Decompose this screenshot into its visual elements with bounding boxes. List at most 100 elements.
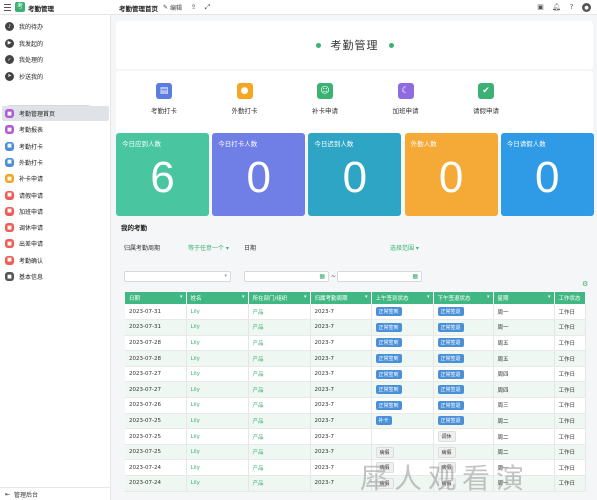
sidebar-item-2[interactable]: ■ 考勤打卡: [2, 139, 109, 154]
chevron-down-icon[interactable]: ▾: [242, 294, 245, 300]
table-cell-date: 2023-07-28: [125, 350, 187, 367]
panel-icon[interactable]: ▣: [536, 2, 545, 12]
sidebar-item-1[interactable]: ▶ 我发起的: [2, 36, 109, 51]
table-row[interactable]: 2023-07-26 Lily 产品 2023-7 正常签到 正常签退 周三 工作日: [125, 397, 586, 414]
sidebar-item-3[interactable]: ➤ 抄送我的: [2, 69, 109, 84]
table-row[interactable]: 2023-07-25 Lily 产品 2023-7 调休 周二 工作日: [125, 428, 586, 445]
table-cell-name[interactable]: Lily: [186, 335, 249, 352]
chevron-down-icon[interactable]: ▾: [180, 294, 183, 300]
table-cell-date: 2023-07-31: [125, 304, 187, 321]
table-cell-name[interactable]: Lily: [186, 366, 249, 383]
table-cell-name[interactable]: Lily: [186, 444, 249, 461]
help-icon[interactable]: ?: [567, 2, 576, 12]
sidebar-item-7[interactable]: ■ 调休申请: [2, 220, 109, 235]
chevron-down-icon[interactable]: ▾: [365, 294, 368, 300]
chevron-down-icon[interactable]: ▾: [427, 294, 430, 300]
table-cell-name[interactable]: Lily: [186, 475, 249, 492]
quick-link-3[interactable]: ☾ 加班申请: [376, 83, 436, 115]
column-header[interactable]: 所在部门/组织 ▾: [248, 292, 311, 304]
quick-link-0[interactable]: ▤ 考勤打卡: [134, 83, 194, 115]
column-header[interactable]: 归属考勤周期 ▾: [310, 292, 372, 304]
table-cell-weekday: 周五: [493, 335, 555, 352]
table-cell-dept[interactable]: 产品: [248, 475, 311, 492]
chevron-down-icon[interactable]: ▾: [487, 294, 490, 300]
table-cell-name[interactable]: Lily: [186, 381, 249, 399]
filter-period-operator[interactable]: 等于任意一个 ▾: [188, 243, 229, 252]
stat-card-4[interactable]: 今日请假人数 0: [500, 133, 594, 216]
sidebar-item-1[interactable]: ■ 考勤报表: [2, 122, 109, 137]
table-cell-name[interactable]: Lily: [186, 319, 249, 336]
sidebar-item-0[interactable]: ♪ 我的待办: [2, 19, 109, 34]
table-cell-dept[interactable]: 产品: [248, 444, 311, 461]
share-icon[interactable]: ⇪: [189, 2, 198, 12]
table-cell-am: 补卡: [371, 413, 434, 430]
table-row[interactable]: 2023-07-25 Lily 产品 2023-7 补卡 正常签退 周二 工作日: [125, 413, 586, 430]
clipboard-icon: ▤: [156, 83, 172, 99]
table-cell-dept[interactable]: 产品: [248, 413, 311, 430]
filter-period-select[interactable]: ▾: [124, 271, 231, 282]
table-cell-name[interactable]: Lily: [186, 428, 249, 445]
quick-link-4[interactable]: ✔ 请假申请: [456, 83, 516, 115]
column-header[interactable]: 下午签退状态 ▾: [433, 292, 494, 304]
status-badge: 正常签退: [437, 385, 464, 395]
chevron-down-icon[interactable]: ▾: [304, 294, 307, 300]
quick-link-2[interactable]: ☺ 补卡申请: [295, 83, 355, 115]
sidebar-item-10[interactable]: ■ 基本信息: [2, 269, 109, 284]
sidebar-item-2[interactable]: ✓ 我处理的: [2, 52, 109, 67]
stat-card-0[interactable]: 今日应到人数 6: [116, 133, 209, 216]
table-row[interactable]: 2023-07-31 Lily 产品 2023-7 正常签到 正常签退 周一 工作日: [125, 319, 586, 336]
stat-card-2[interactable]: 今日迟到人数 0: [308, 133, 402, 216]
menu-icon[interactable]: [4, 4, 11, 11]
table-cell-period: 2023-7: [310, 428, 372, 445]
title-card: 考勤管理: [116, 21, 593, 69]
table-cell-name[interactable]: Lily: [186, 350, 249, 367]
table-cell-dept[interactable]: 产品: [248, 366, 311, 383]
column-header[interactable]: 星期 ▾: [493, 292, 555, 304]
table-cell-dept[interactable]: 产品: [248, 350, 311, 367]
notification-icon[interactable]: 🔔︎: [552, 2, 561, 12]
table-cell-period: 2023-7: [310, 335, 372, 352]
sidebar-item-8[interactable]: ■ 出差申请: [2, 236, 109, 251]
table-row[interactable]: 2023-07-27 Lily 产品 2023-7 正常签到 正常签退 周四 工作日: [125, 366, 586, 383]
stat-card-1[interactable]: 今日打卡人数 0: [212, 133, 306, 216]
sidebar-item-3[interactable]: ■ 外勤打卡: [2, 155, 109, 170]
section-title: 我的考勤: [121, 224, 147, 232]
sidebar-item-4[interactable]: ■ 补卡申请: [2, 171, 109, 186]
sidebar-item-0[interactable]: ■ 考勤管理首页: [2, 106, 109, 121]
column-header[interactable]: 姓名 ▾: [186, 292, 249, 304]
sidebar-item-6[interactable]: ■ 加班申请: [2, 204, 109, 219]
chevron-down-icon[interactable]: ▾: [548, 294, 551, 300]
edit-button[interactable]: ✎ 编辑: [163, 3, 182, 12]
settings-icon[interactable]: ⚙: [582, 280, 588, 288]
quick-link-1[interactable]: ● 外勤打卡: [215, 83, 275, 115]
table-row[interactable]: 2023-07-28 Lily 产品 2023-7 正常签到 正常签退 周五 工作日: [125, 335, 586, 352]
table-cell-dept[interactable]: 产品: [248, 319, 311, 336]
date-end-input[interactable]: ▦: [337, 271, 422, 282]
fullscreen-icon[interactable]: ⤢: [203, 2, 212, 12]
filter-date-operator[interactable]: 选择范围 ▾: [390, 243, 419, 252]
column-header[interactable]: 日期 ▾: [125, 292, 187, 304]
table-cell-name[interactable]: Lily: [186, 304, 249, 321]
column-header[interactable]: 上午签到状态 ▾: [371, 292, 434, 304]
table-cell-dept[interactable]: 产品: [248, 381, 311, 399]
table-cell-dept[interactable]: 产品: [248, 428, 311, 445]
table-cell-name[interactable]: Lily: [186, 397, 249, 414]
page-tab-title[interactable]: 考勤管理首页: [119, 3, 158, 13]
table-cell-name[interactable]: Lily: [186, 459, 249, 477]
app-module-icon: ■: [5, 141, 14, 151]
sidebar-item-9[interactable]: ■ 考勤确认: [2, 253, 109, 268]
table-row[interactable]: 2023-07-31 Lily 产品 2023-7 正常签到 正常签退 周一 工作日: [125, 304, 586, 321]
table-row[interactable]: 2023-07-27 Lily 产品 2023-7 正常签到 正常签退 周四 工作日: [125, 381, 586, 399]
table-row[interactable]: 2023-07-28 Lily 产品 2023-7 正常签到 正常签退 周五 工作日: [125, 350, 586, 367]
column-header[interactable]: 工作状态: [554, 292, 586, 304]
table-cell-dept[interactable]: 产品: [248, 304, 311, 321]
sidebar-item-5[interactable]: ■ 请假申请: [2, 188, 109, 203]
admin-link[interactable]: ⇤ 管理后台: [0, 487, 111, 500]
table-cell-dept[interactable]: 产品: [248, 335, 311, 352]
avatar[interactable]: ●: [582, 3, 591, 12]
table-cell-name[interactable]: Lily: [186, 413, 249, 430]
table-cell-dept[interactable]: 产品: [248, 459, 311, 477]
date-start-input[interactable]: ▦: [244, 271, 329, 282]
stat-card-3[interactable]: 外勤人数 0: [404, 133, 498, 216]
table-cell-dept[interactable]: 产品: [248, 397, 311, 414]
